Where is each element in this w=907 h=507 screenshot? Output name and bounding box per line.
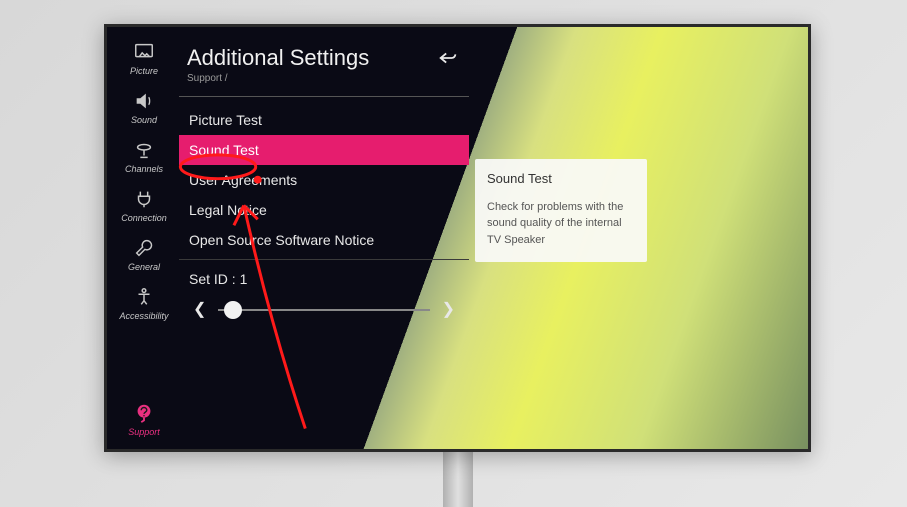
menu-item-legal-notice[interactable]: Legal Notice [179, 195, 469, 225]
accessibility-icon [133, 286, 155, 308]
chevron-left-icon[interactable]: ❮ [189, 300, 210, 320]
settings-sidebar: Picture Sound Channels Connection [113, 33, 175, 443]
sidebar-item-label: Support [128, 427, 160, 437]
wrench-icon [133, 237, 155, 259]
sidebar-item-label: Connection [121, 213, 167, 223]
sidebar-item-accessibility[interactable]: Accessibility [113, 278, 175, 327]
sidebar-item-sound[interactable]: Sound [113, 82, 175, 131]
set-id-slider[interactable]: ❮ ❯ [179, 294, 469, 326]
plug-icon [133, 188, 155, 210]
sidebar-item-support[interactable]: Support [113, 394, 175, 443]
back-icon[interactable] [437, 50, 459, 66]
menu-item-user-agreements[interactable]: User Agreements [179, 165, 469, 195]
tooltip-title: Sound Test [487, 169, 635, 189]
picture-icon [133, 41, 155, 63]
sidebar-item-label: Picture [130, 66, 158, 76]
sidebar-item-channels[interactable]: Channels [113, 131, 175, 180]
tv-stand [443, 452, 473, 507]
sidebar-item-connection[interactable]: Connection [113, 180, 175, 229]
breadcrumb: Support / [179, 73, 469, 90]
speaker-icon [133, 90, 155, 112]
page-title: Additional Settings [187, 45, 369, 71]
tv-frame: Picture Sound Channels Connection [104, 24, 811, 452]
menu-item-set-id[interactable]: Set ID : 1 [179, 264, 469, 294]
satellite-icon [133, 139, 155, 161]
settings-menu: Picture Test Sound Test User Agreements … [179, 105, 469, 326]
sidebar-item-general[interactable]: General [113, 229, 175, 278]
help-tooltip: Sound Test Check for problems with the s… [475, 159, 647, 262]
settings-main-panel: Additional Settings Support / Picture Te… [179, 37, 469, 326]
sidebar-item-label: Accessibility [119, 311, 168, 321]
slider-track[interactable] [218, 309, 429, 311]
sidebar-item-label: Sound [131, 115, 157, 125]
menu-item-sound-test[interactable]: Sound Test [179, 135, 469, 165]
divider [179, 259, 469, 260]
tooltip-body: Check for problems with the sound qualit… [487, 199, 635, 249]
chevron-right-icon[interactable]: ❯ [438, 300, 459, 320]
divider [179, 96, 469, 97]
menu-item-picture-test[interactable]: Picture Test [179, 105, 469, 135]
support-icon [133, 402, 155, 424]
sidebar-item-label: General [128, 262, 160, 272]
sidebar-item-picture[interactable]: Picture [113, 33, 175, 82]
slider-knob[interactable] [224, 301, 242, 319]
menu-item-open-source[interactable]: Open Source Software Notice [179, 225, 469, 255]
sidebar-item-label: Channels [125, 164, 163, 174]
tv-screen: Picture Sound Channels Connection [107, 27, 808, 449]
